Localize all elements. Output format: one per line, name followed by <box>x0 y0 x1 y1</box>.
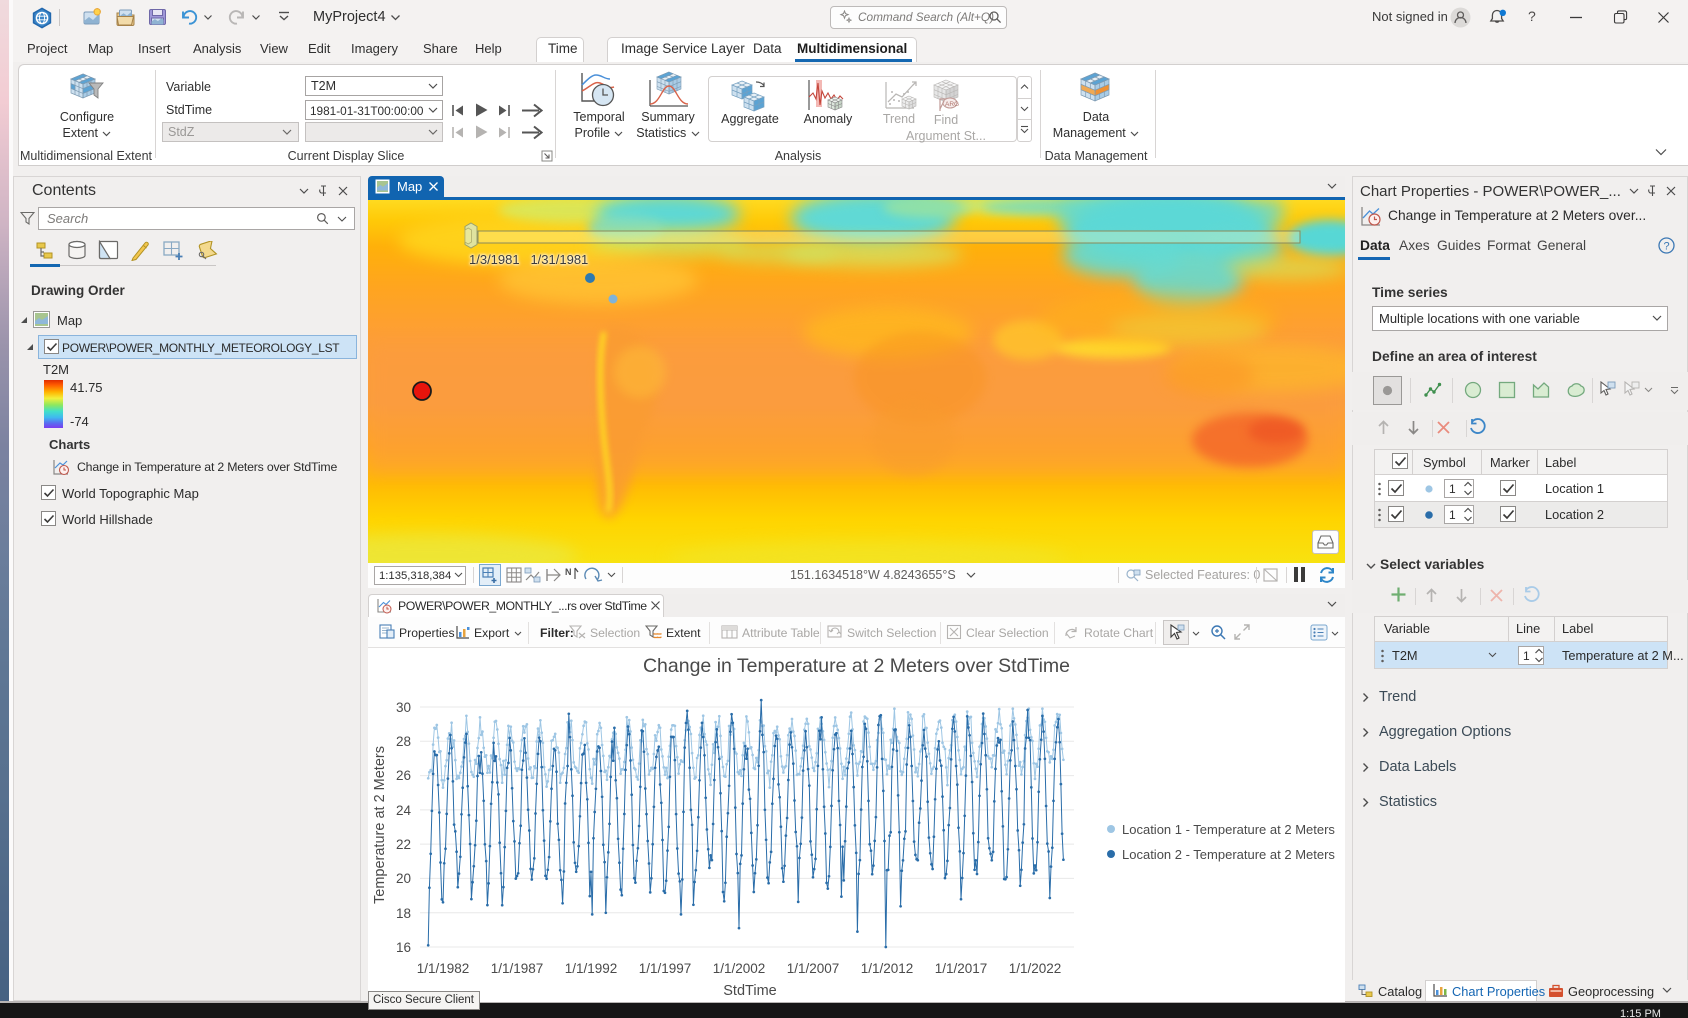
svg-text:ARG: ARG <box>945 101 959 108</box>
svg-text:N: N <box>565 567 572 577</box>
svg-text:?: ? <box>1664 241 1670 253</box>
